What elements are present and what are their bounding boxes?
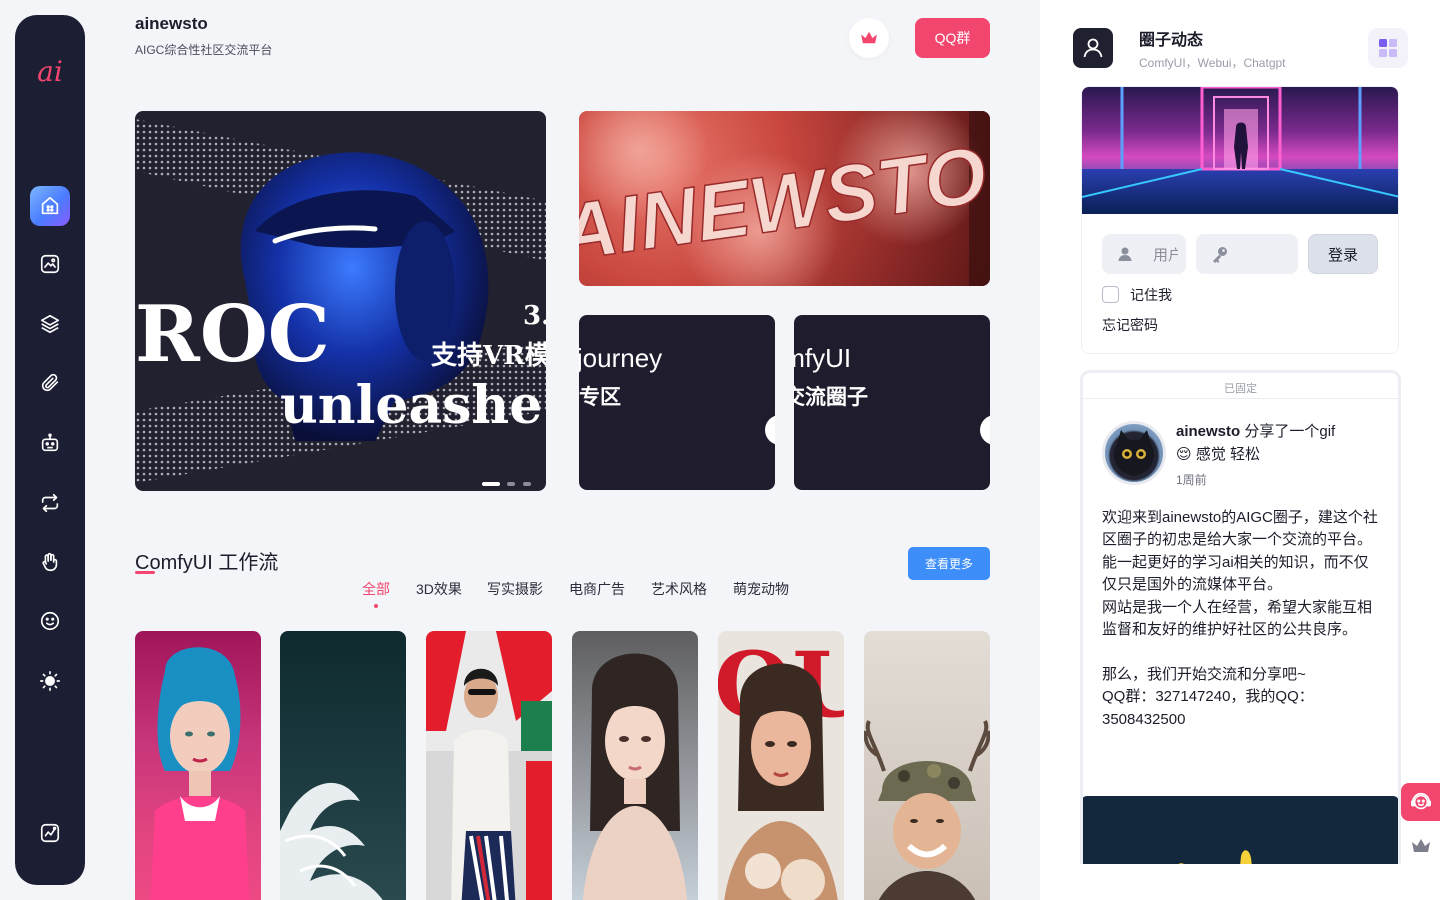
hero-banner-ainewsto[interactable]: AINEWSTO bbox=[579, 111, 990, 286]
smoke-illustration: AINEWSTO bbox=[579, 111, 990, 286]
hero-banner-vr[interactable]: ROC 3. 支持VR模 unleashe bbox=[135, 111, 546, 491]
circle-feed-subtitle: ComfyUI，Webui，Chatgpt bbox=[1139, 56, 1286, 70]
post-author-avatar[interactable] bbox=[1102, 421, 1166, 485]
carousel-dot bbox=[507, 482, 515, 486]
login-card: 用户名 登录 记住我 忘记密码 bbox=[1081, 86, 1399, 354]
relieved-emoji-icon: 😌 bbox=[1176, 446, 1192, 463]
remember-me-label[interactable]: 记住我 bbox=[1130, 285, 1172, 305]
post-author-name[interactable]: ainewsto bbox=[1176, 423, 1240, 440]
nav-hand-icon[interactable] bbox=[30, 542, 70, 582]
card-wings-image bbox=[280, 783, 383, 900]
vip-crown-button[interactable] bbox=[849, 18, 889, 58]
workflow-card[interactable] bbox=[280, 631, 406, 900]
card-portrait-image bbox=[150, 647, 250, 900]
tab-pets[interactable]: 萌宠动物 bbox=[733, 579, 789, 599]
workflow-card[interactable] bbox=[426, 631, 552, 900]
post-author-line: ainewsto 分享了一个gif bbox=[1176, 420, 1335, 441]
card-antler-boy-image bbox=[864, 720, 990, 900]
user-icon bbox=[1083, 38, 1103, 58]
comfyui-title: ComfyUI bbox=[794, 343, 852, 373]
nav-home-icon[interactable] bbox=[30, 186, 70, 226]
brand-subtitle: AIGC综合性社区交流平台 bbox=[135, 43, 273, 57]
nav-chart-icon[interactable] bbox=[30, 813, 70, 853]
login-button[interactable]: 登录 bbox=[1308, 234, 1378, 274]
nav-sun-icon[interactable] bbox=[30, 661, 70, 701]
banner-big-text: ROC bbox=[135, 289, 330, 380]
section-title: ComfyUI 工作流 bbox=[135, 552, 279, 574]
left-sidebar: ai bbox=[15, 15, 85, 885]
card-fashion-man-image bbox=[426, 631, 552, 900]
tab-ecommerce[interactable]: 电商广告 bbox=[569, 579, 625, 599]
comfyui-banner[interactable]: ComfyUI 交流圈子 bbox=[794, 315, 990, 490]
active-tab-indicator bbox=[374, 604, 378, 608]
nav-repeat-icon[interactable] bbox=[30, 483, 70, 523]
banner-vr-line: 支持VR模 bbox=[431, 341, 546, 371]
card-vogue-image: OU bbox=[718, 632, 844, 900]
nav-smiley-icon[interactable] bbox=[30, 601, 70, 641]
vip-float-button[interactable] bbox=[1409, 834, 1433, 858]
divider bbox=[1083, 398, 1398, 399]
tab-3d[interactable]: 3D效果 bbox=[416, 579, 462, 599]
crown-icon bbox=[861, 31, 877, 44]
section-title-underline bbox=[135, 571, 155, 574]
remember-me-checkbox[interactable] bbox=[1102, 286, 1119, 303]
site-logo[interactable]: ai bbox=[15, 55, 85, 88]
comfyui-subtitle: 交流圈子 bbox=[794, 386, 868, 409]
workflow-card[interactable]: OU bbox=[718, 631, 844, 900]
tab-art-style[interactable]: 艺术风格 bbox=[651, 579, 707, 599]
banner-unleash-line: unleashe bbox=[280, 375, 542, 436]
login-cover-image bbox=[1082, 87, 1398, 214]
midjourney-subtitle: 专区 bbox=[579, 386, 621, 409]
workflow-card[interactable] bbox=[864, 631, 990, 900]
post-mood: 😌 感觉 轻松 bbox=[1176, 443, 1260, 464]
midjourney-avatar bbox=[765, 415, 775, 445]
workflow-card[interactable] bbox=[572, 631, 698, 900]
banner-version: 3. bbox=[523, 301, 546, 331]
view-more-button[interactable]: 查看更多 bbox=[908, 547, 990, 580]
apps-grid-button[interactable] bbox=[1368, 28, 1408, 68]
post-mood-text: 感觉 轻松 bbox=[1195, 446, 1260, 463]
pinned-post-card: 已固定 ainewsto 分享了一个gif 😌 感觉 轻松 1周前 欢迎来到ai… bbox=[1080, 370, 1401, 864]
carousel-dot bbox=[523, 482, 531, 486]
forgot-password-link[interactable]: 忘记密码 bbox=[1102, 315, 1158, 335]
username-field[interactable]: 用户名 bbox=[1102, 234, 1186, 274]
card-portrait-woman-image bbox=[583, 653, 687, 900]
vr-illustration: ROC 3. 支持VR模 unleashe bbox=[135, 119, 546, 486]
post-timestamp: 1周前 bbox=[1176, 473, 1207, 487]
workflow-card[interactable] bbox=[135, 631, 261, 900]
pinned-label: 已固定 bbox=[1224, 383, 1257, 395]
post-action: 分享了一个gif bbox=[1240, 423, 1336, 440]
post-body-text: 欢迎来到ainewsto的AIGC圈子，建这个社区圈子的初忠是给大家一个交流的平… bbox=[1102, 509, 1378, 728]
midjourney-title: Midjourney bbox=[579, 343, 663, 373]
nav-robot-icon[interactable] bbox=[30, 423, 70, 463]
grid-icon bbox=[1379, 39, 1397, 57]
qq-group-button[interactable]: QQ群 bbox=[915, 18, 990, 58]
brand-title: ainewsto bbox=[135, 14, 208, 33]
midjourney-banner[interactable]: Midjourney 专区 bbox=[579, 315, 775, 490]
nav-layers-icon[interactable] bbox=[30, 304, 70, 344]
circle-feed-title: 圈子动态 bbox=[1139, 32, 1204, 49]
customer-service-button[interactable] bbox=[1401, 783, 1440, 821]
user-avatar-button[interactable] bbox=[1073, 28, 1113, 68]
carousel-dot-active bbox=[482, 482, 500, 486]
nav-image-icon[interactable] bbox=[30, 244, 70, 284]
password-field[interactable] bbox=[1196, 234, 1298, 274]
comfyui-avatar bbox=[980, 415, 990, 445]
crown-icon bbox=[1412, 839, 1430, 852]
support-icon bbox=[1410, 793, 1431, 810]
tab-photography[interactable]: 写实摄影 bbox=[487, 579, 543, 599]
key-icon bbox=[1213, 247, 1227, 263]
post-gif-preview[interactable] bbox=[1083, 796, 1398, 864]
username-placeholder: 用户名 bbox=[1153, 247, 1178, 264]
user-icon bbox=[1118, 247, 1132, 261]
tab-all[interactable]: 全部 bbox=[362, 579, 390, 599]
nav-paperclip-icon[interactable] bbox=[30, 363, 70, 403]
